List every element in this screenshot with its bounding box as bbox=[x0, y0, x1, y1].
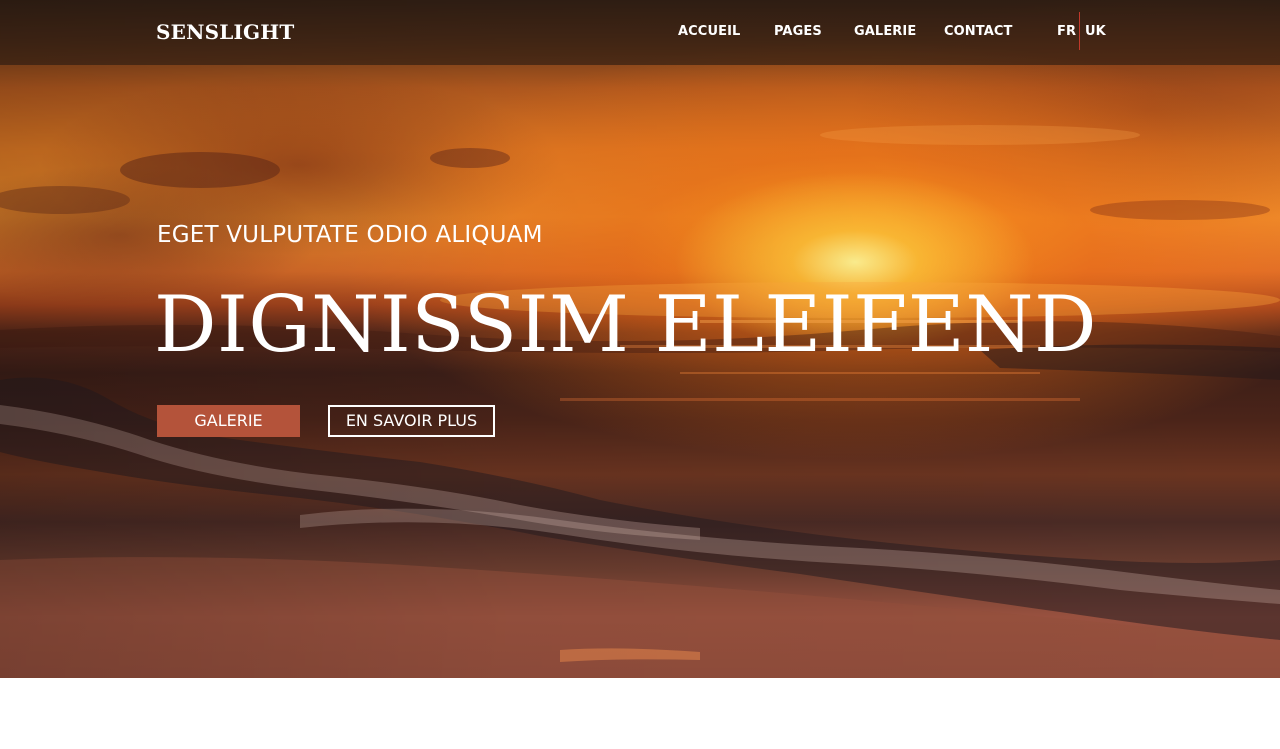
language-uk[interactable]: UK bbox=[1085, 24, 1106, 39]
nav-item-pages[interactable]: PAGES bbox=[774, 24, 822, 39]
nav-item-contact[interactable]: CONTACT bbox=[944, 24, 1013, 39]
learn-more-button[interactable]: EN SAVOIR PLUS bbox=[328, 405, 495, 437]
language-fr[interactable]: FR bbox=[1057, 24, 1076, 39]
nav-item-accueil[interactable]: ACCUEIL bbox=[678, 24, 740, 39]
hero-kicker: EGET VULPUTATE ODIO ALIQUAM bbox=[157, 222, 543, 248]
galerie-button[interactable]: GALERIE bbox=[157, 405, 300, 437]
main-nav: ACCUEIL PAGES GALERIE CONTACT FR UK bbox=[0, 24, 1280, 42]
language-divider bbox=[1079, 12, 1080, 50]
hero-headline: DIGNISSIM ELEIFEND bbox=[154, 280, 1098, 370]
nav-item-galerie[interactable]: GALERIE bbox=[854, 24, 916, 39]
top-navigation-bar: SENSLIGHT ACCUEIL PAGES GALERIE CONTACT … bbox=[0, 0, 1280, 65]
